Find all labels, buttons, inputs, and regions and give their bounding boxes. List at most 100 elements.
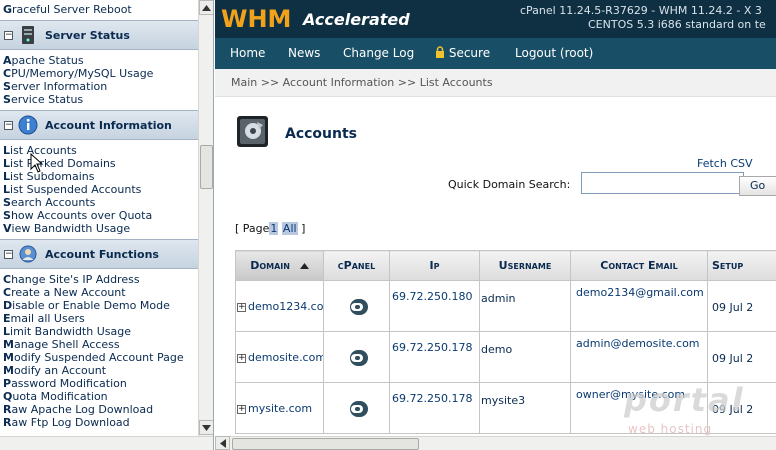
- ip-link[interactable]: 69.72.250.178: [392, 392, 472, 405]
- column-contact-email[interactable]: Contact Email: [570, 250, 708, 281]
- sidebar-header-server-status[interactable]: − Server Status: [0, 20, 198, 50]
- sidebar-link-quota-modification[interactable]: Quota Modification: [0, 390, 198, 403]
- nav-secure-label: Secure: [448, 46, 491, 60]
- accounts-icon: [237, 116, 268, 147]
- quick-domain-search-input[interactable]: [581, 172, 744, 194]
- sidebar: Graceful Server Reboot − Server Status A…: [0, 0, 214, 450]
- scroll-down-button[interactable]: [199, 420, 213, 435]
- sidebar-scroll-thumb[interactable]: [200, 145, 213, 189]
- sidebar-link-search-accounts[interactable]: Search Accounts: [0, 196, 198, 209]
- expand-row-button[interactable]: +: [237, 302, 246, 312]
- contact-email-link[interactable]: demo2134@gmail.com: [576, 286, 704, 299]
- header-bar: WHM Accelerated cPanel 11.24.5-R37629 - …: [215, 0, 776, 38]
- sidebar-horizontal-scrollbar[interactable]: [0, 436, 213, 450]
- sidebar-link-demo-mode[interactable]: Disable or Enable Demo Mode: [0, 299, 198, 312]
- domain-link[interactable]: demo1234.com: [248, 300, 323, 313]
- collapse-toggle[interactable]: −: [4, 249, 13, 259]
- table-header-row: Domain cPanel Ip Username Contact Email …: [235, 250, 776, 281]
- sidebar-link-password-modification[interactable]: Password Modification: [0, 377, 198, 390]
- sidebar-link-shell-access[interactable]: Manage Shell Access: [0, 338, 198, 351]
- sidebar-header-account-information[interactable]: − Account Information: [0, 110, 198, 140]
- sidebar-link-graceful-reboot[interactable]: Graceful Server Reboot: [0, 3, 198, 16]
- collapse-toggle[interactable]: −: [4, 30, 13, 40]
- nav-news[interactable]: News: [288, 38, 320, 69]
- username: demo: [481, 343, 513, 356]
- cpanel-logo-icon[interactable]: [345, 399, 369, 419]
- expand-row-button[interactable]: +: [237, 404, 246, 414]
- nav-secure[interactable]: Secure: [435, 38, 490, 69]
- pagination: [ Page1 All ]: [235, 222, 305, 235]
- sort-asc-icon: [299, 263, 309, 269]
- sidebar-link-accounts-over-quota[interactable]: Show Accounts over Quota: [0, 209, 198, 222]
- sidebar-link-suspended-page[interactable]: Modify Suspended Account Page: [0, 351, 198, 364]
- setup-date: 09 Jul 2: [712, 352, 754, 365]
- main-scroll-thumb[interactable]: [232, 438, 419, 450]
- scroll-left-button[interactable]: [215, 436, 230, 450]
- contact-email-link[interactable]: admin@demosite.com: [576, 337, 700, 350]
- pager-prefix: [ Page: [235, 222, 270, 235]
- sidebar-link-service-status[interactable]: Service Status: [0, 93, 198, 106]
- ip-link[interactable]: 69.72.250.178: [392, 341, 472, 354]
- scroll-up-button[interactable]: [199, 0, 213, 15]
- table-row: + demosite.com 69.72.250.178 demo admin@d…: [235, 331, 776, 383]
- sidebar-link-modify-account[interactable]: Modify an Account: [0, 364, 198, 377]
- sidebar-link-raw-apache-log[interactable]: Raw Apache Log Download: [0, 403, 198, 416]
- sidebar-link-bandwidth-usage[interactable]: View Bandwidth Usage: [0, 222, 198, 235]
- page-1-link[interactable]: 1: [269, 222, 279, 235]
- sidebar-link-change-ip[interactable]: Change Site's IP Address: [0, 273, 198, 286]
- quick-search-label: Quick Domain Search:: [448, 178, 571, 191]
- column-ip[interactable]: Ip: [389, 250, 480, 281]
- section-title: Server Status: [45, 28, 130, 42]
- page-all-link[interactable]: All: [281, 222, 298, 235]
- breadcrumb: Main >> Account Information >> List Acco…: [215, 69, 776, 97]
- sidebar-link-cpu-memory[interactable]: CPU/Memory/MySQL Usage: [0, 67, 198, 80]
- sidebar-link-email-all-users[interactable]: Email all Users: [0, 312, 198, 325]
- collapse-toggle[interactable]: −: [4, 120, 13, 130]
- cpanel-logo-icon[interactable]: [345, 297, 369, 317]
- sidebar-link-create-account[interactable]: Create a New Account: [0, 286, 198, 299]
- section-title: Account Functions: [45, 247, 159, 261]
- main-horizontal-scrollbar[interactable]: [215, 436, 776, 450]
- chevron-down-icon: [202, 424, 211, 431]
- column-label: Domain: [250, 259, 290, 272]
- username: mysite3: [481, 394, 526, 407]
- contact-email-link[interactable]: owner@mysite.com: [576, 388, 685, 401]
- domain-link[interactable]: demosite.com: [248, 351, 323, 364]
- domain-link[interactable]: mysite.com: [248, 402, 312, 415]
- column-domain[interactable]: Domain: [235, 250, 324, 281]
- chevron-left-icon: [219, 438, 226, 448]
- cpanel-logo-icon[interactable]: [345, 348, 369, 368]
- sidebar-vertical-scrollbar[interactable]: [198, 0, 213, 436]
- sidebar-header-account-functions[interactable]: − Account Functions: [0, 239, 198, 269]
- go-button[interactable]: Go: [739, 176, 776, 196]
- page-title: Accounts: [285, 126, 358, 142]
- mouse-cursor-icon: [30, 153, 44, 173]
- table-row: +demo1234.com 69.72.250.180 admin demo21…: [235, 280, 776, 332]
- whm-logo: WHM: [221, 5, 292, 33]
- pager-suffix: ]: [301, 222, 306, 235]
- sidebar-link-server-information[interactable]: Server Information: [0, 80, 198, 93]
- fetch-csv-link[interactable]: Fetch CSV: [697, 157, 753, 170]
- ip-link[interactable]: 69.72.250.180: [392, 290, 472, 303]
- sidebar-link-apache-status[interactable]: Apache Status: [0, 54, 198, 67]
- nav-logout[interactable]: Logout (root): [515, 38, 593, 69]
- accounts-table: Domain cPanel Ip Username Contact Email …: [235, 250, 776, 434]
- setup-date: 09 Jul 2: [712, 403, 754, 416]
- nav-change-log[interactable]: Change Log: [343, 38, 414, 69]
- chevron-up-icon: [202, 4, 211, 11]
- sidebar-link-limit-bandwidth[interactable]: Limit Bandwidth Usage: [0, 325, 198, 338]
- lock-icon: [436, 46, 444, 58]
- whm-logo-subtitle: Accelerated: [303, 10, 410, 29]
- setup-date: 09 Jul 2: [712, 301, 754, 314]
- table-row: + mysite.com 69.72.250.178 mysite3 owner@…: [235, 382, 776, 434]
- column-username[interactable]: Username: [479, 250, 571, 281]
- info-icon: [18, 115, 38, 135]
- main-content: WHM Accelerated cPanel 11.24.5-R37629 - …: [215, 0, 776, 450]
- column-setup[interactable]: Setup: [707, 250, 776, 281]
- sidebar-link-raw-ftp-log[interactable]: Raw Ftp Log Download: [0, 416, 198, 429]
- nav-home[interactable]: Home: [230, 38, 265, 69]
- expand-row-button[interactable]: +: [237, 353, 246, 363]
- username: admin: [481, 292, 516, 305]
- sidebar-link-list-suspended-accounts[interactable]: List Suspended Accounts: [0, 183, 198, 196]
- column-cpanel[interactable]: cPanel: [323, 250, 390, 281]
